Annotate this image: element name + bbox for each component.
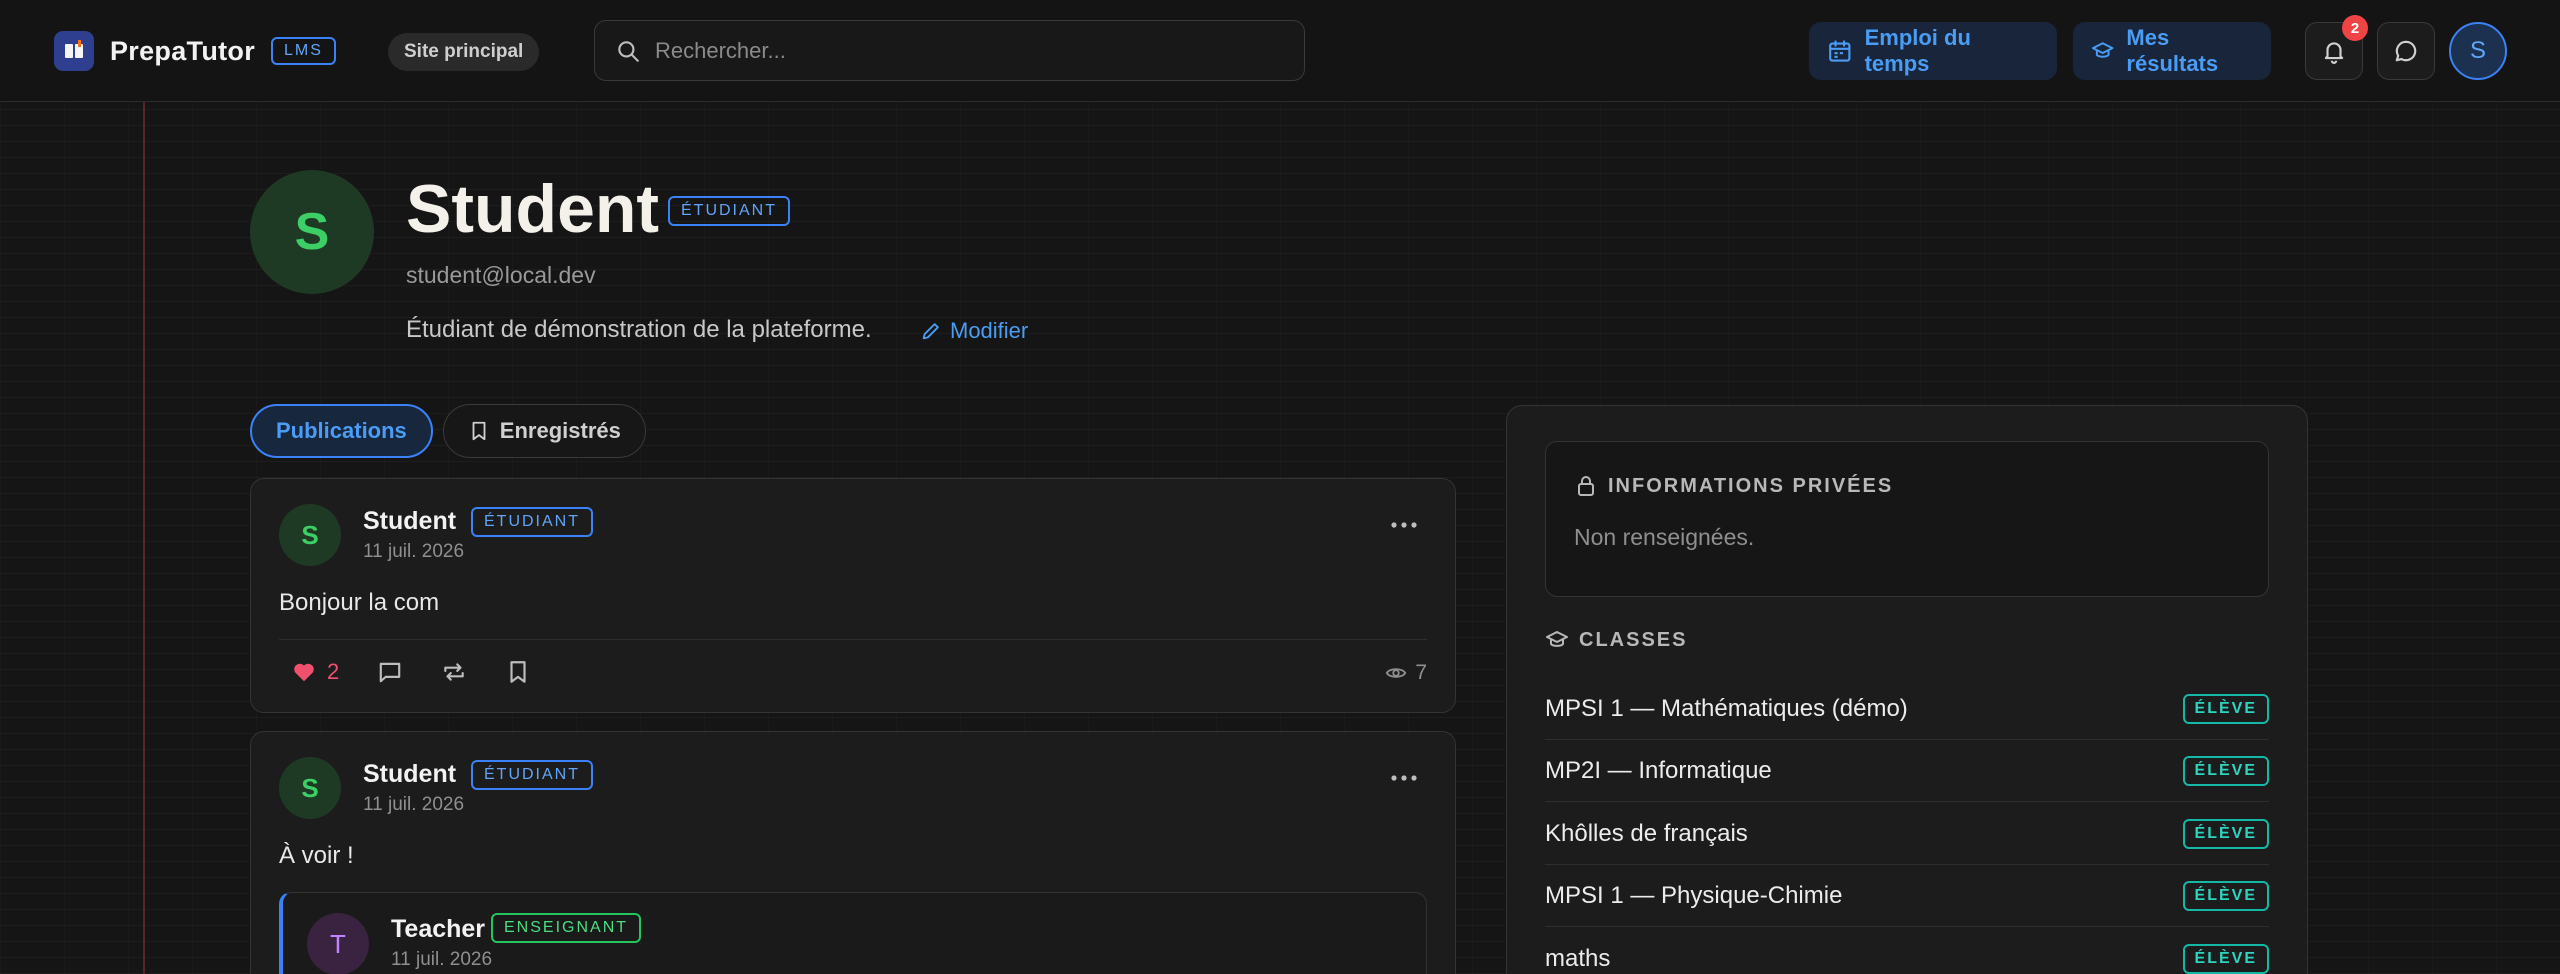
comment-icon [379,662,401,683]
top-bar: PrepaTutor LMS Site principal Emploi du … [0,0,2560,102]
post-author-avatar[interactable]: S [279,504,341,566]
role-badge-text: ÉTUDIANT [668,196,790,226]
class-role-badge: ÉLÈVE [2182,943,2269,974]
quoted-author-name: Teacher [391,915,486,943]
graduation-cap-icon [2091,42,2114,58]
brand[interactable]: PrepaTutor LMS [54,30,336,72]
teacher-badge-text: ENSEIGNANT [491,913,642,943]
post-date: 11 juil. 2026 [363,794,465,815]
class-name: maths [1545,944,1611,972]
results-button-label: Mes résultats [2126,25,2219,76]
post-author-name[interactable]: Student [363,760,456,789]
more-options-icon[interactable] [1389,515,1419,535]
chat-bubble-icon [2395,40,2417,62]
class-item[interactable]: Khôlles de français ÉLÈVE [1545,803,2269,865]
view-count: 7 [1385,661,1427,685]
class-role-badge: ÉLÈVE [2182,818,2269,849]
post-text: À voir ! [279,842,354,869]
profile-role-badge: ÉTUDIANT [668,196,790,226]
post-divider [279,639,1427,640]
bookmark-icon [510,661,526,683]
quoted-post[interactable]: T Teacher ENSEIGNANT 11 juil. 2026 [279,892,1427,974]
lms-badge: LMS [271,37,336,65]
notifications-button[interactable]: 2 [2305,15,2368,80]
more-options-icon[interactable] [1389,768,1419,788]
site-principal-link[interactable]: Site principal [388,33,540,71]
classes-title: CLASSES [1545,628,1687,652]
graduation-cap-icon [1546,631,1568,647]
class-item[interactable]: maths ÉLÈVE [1545,928,2269,974]
private-info-title: INFORMATIONS PRIVÉES [1574,474,1893,498]
repost-button[interactable] [441,659,467,685]
classes-title-text: CLASSES [1579,628,1688,651]
quoted-author-avatar: T [307,913,369,974]
class-role-badge: ÉLÈVE [2182,693,2269,724]
post-date: 11 juil. 2026 [363,541,465,562]
book-logo-icon [54,31,94,71]
class-name: MPSI 1 — Mathématiques (démo) [1545,694,1908,722]
post-author-avatar[interactable]: S [279,757,341,819]
post-role-badge: ÉTUDIANT [471,760,593,790]
role-badge-text: ÉTUDIANT [471,760,593,790]
bell-icon [2324,42,2344,64]
tab-saved[interactable]: Enregistrés [442,404,646,458]
private-info-box: INFORMATIONS PRIVÉES Non renseignées. [1545,441,2269,597]
class-role-badge: ÉLÈVE [2182,880,2269,911]
repost-icon [444,663,464,681]
class-name: MP2I — Informatique [1545,756,1772,784]
profile-email: student@local.dev [406,262,596,288]
class-role-badge: ÉLÈVE [2182,755,2269,786]
tab-saved-label: Enregistrés [499,418,621,443]
bookmark-icon [472,421,486,441]
edit-bio-link[interactable]: Modifier [920,318,1028,344]
bookmark-button[interactable] [505,659,531,685]
calendar-icon [1829,40,1851,62]
search-bar[interactable] [594,20,1305,81]
pencil-icon [922,323,939,340]
post-card: S Student ÉTUDIANT 11 juil. 2026 Bonjour… [250,478,1456,713]
role-badge-text: ÉTUDIANT [471,507,593,537]
comment-button[interactable] [377,659,403,685]
profile-sidebar: INFORMATIONS PRIVÉES Non renseignées. CL… [1506,405,2308,974]
schedule-button-label: Emploi du temps [1864,25,1971,76]
post-text: Bonjour la com [279,589,440,616]
class-name: Khôlles de français [1545,819,1748,847]
private-info-text: Non renseignées. [1574,524,1755,550]
profile-avatar: S [250,170,374,294]
class-item[interactable]: MPSI 1 — Mathématiques (démo) ÉLÈVE [1545,678,2269,740]
like-count: 2 [327,659,340,684]
eye-icon [1386,668,1407,678]
private-info-title-text: INFORMATIONS PRIVÉES [1608,474,1894,497]
post-author-name[interactable]: Student [363,507,456,536]
heart-icon [294,663,314,682]
user-avatar-menu[interactable]: S [2449,22,2507,80]
class-item[interactable]: MP2I — Informatique ÉLÈVE [1545,740,2269,802]
like-button[interactable]: 2 [291,659,339,685]
notification-count-badge: 2 [2342,15,2368,41]
lock-icon [1578,476,1594,496]
quoted-post-date: 11 juil. 2026 [391,949,493,970]
quoted-role-badge: ENSEIGNANT [491,913,642,943]
profile-name: Student [406,171,660,247]
search-input[interactable] [655,37,1255,64]
results-button[interactable]: Mes résultats [2073,22,2271,80]
notebook-margin-line [143,102,145,974]
profile-bio: Étudiant de démonstration de la platefor… [406,316,872,343]
post-card: S Student ÉTUDIANT 11 juil. 2026 À voir … [250,731,1456,974]
view-count-value: 7 [1415,661,1427,684]
edit-label: Modifier [950,318,1029,343]
brand-name: PrepaTutor [110,35,256,66]
tab-publications[interactable]: Publications [250,404,433,458]
post-role-badge: ÉTUDIANT [471,507,593,537]
schedule-button[interactable]: Emploi du temps [1809,22,2057,80]
class-item[interactable]: MPSI 1 — Physique-Chimie ÉLÈVE [1545,865,2269,927]
profile-tabs: Publications Enregistrés [250,404,656,458]
post-actions: 2 [291,657,569,687]
class-name: MPSI 1 — Physique-Chimie [1545,881,1843,909]
messages-button[interactable] [2377,22,2435,80]
search-icon [618,40,639,62]
